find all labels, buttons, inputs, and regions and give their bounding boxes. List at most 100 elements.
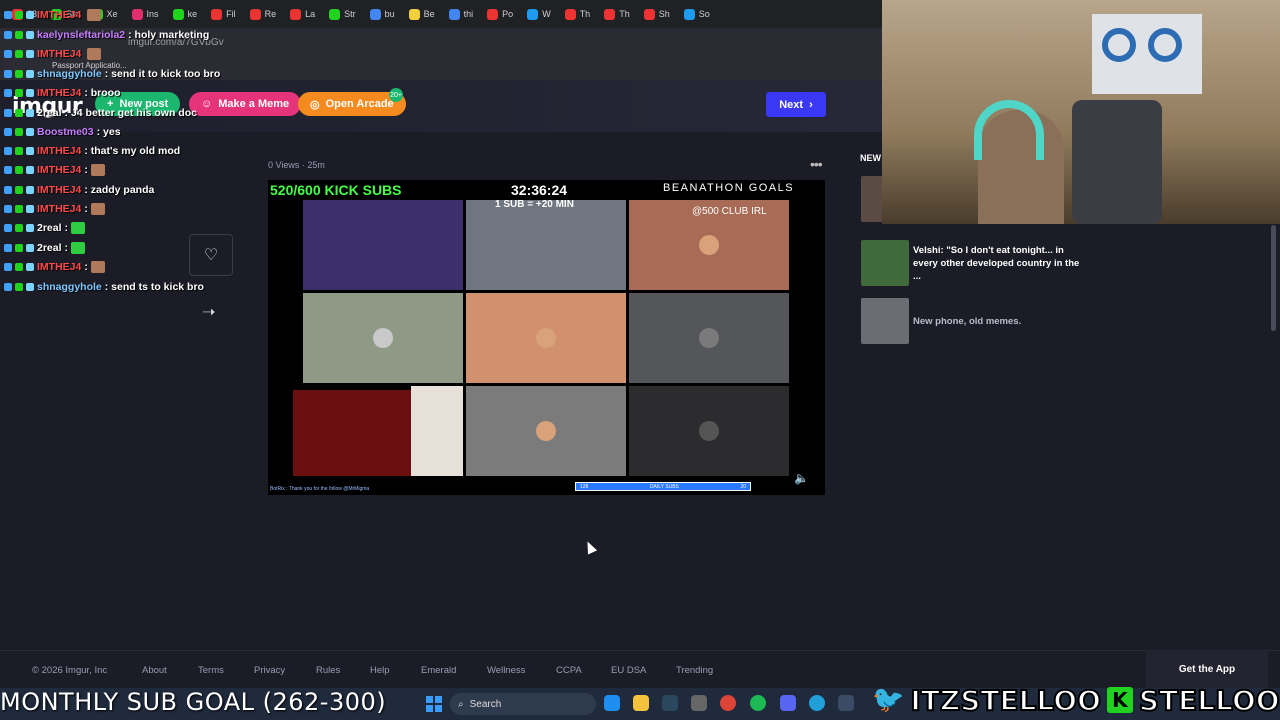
chat-emote-icon: [71, 222, 86, 234]
chat-username[interactable]: IMTHEJ4: [37, 261, 81, 273]
file-explorer-icon[interactable]: [633, 695, 649, 711]
chat-username[interactable]: IMTHEJ4: [37, 164, 81, 176]
imgur-header: imgur + New post ☺ Make a Meme ◎ Open Ar…: [0, 80, 882, 132]
discord-icon[interactable]: [780, 695, 796, 711]
chat-badge-icon: [4, 31, 12, 39]
footer-link-eu-dsa[interactable]: EU DSA: [611, 665, 646, 676]
browser-tab[interactable]: Be: [403, 3, 441, 25]
steam-icon[interactable]: [662, 695, 678, 711]
chat-badge-icon: [15, 11, 23, 19]
sidebar-title-2[interactable]: Velshi: "So I don't eat tonight... in ev…: [913, 244, 1083, 283]
next-label: Next: [779, 98, 804, 111]
spotify-icon[interactable]: [750, 695, 766, 711]
chat-username[interactable]: kaelynsleftariola2: [37, 29, 125, 41]
chat-badge-icon: [4, 186, 12, 194]
footer-link-terms[interactable]: Terms: [198, 665, 224, 676]
telegram-icon[interactable]: [809, 695, 825, 711]
face-avatar: [699, 235, 719, 255]
tab-favicon-icon: [487, 8, 499, 20]
footer-link-ccpa[interactable]: CCPA: [556, 665, 582, 676]
browser-tab[interactable]: Ins: [126, 3, 165, 25]
sidebar-thumb-2[interactable]: [861, 240, 909, 286]
footer-link-help[interactable]: Help: [370, 665, 390, 676]
video-cell-7: [293, 390, 411, 476]
chat-badge-icon: [26, 50, 34, 58]
make-meme-button[interactable]: ☺ Make a Meme: [189, 92, 302, 116]
sidebar-thumb-3[interactable]: [861, 298, 909, 344]
chat-text: :: [64, 242, 69, 254]
chat-badge-icon: [15, 147, 23, 155]
chat-badge-icon: [26, 224, 34, 232]
chat-badge-icon: [26, 70, 34, 78]
footer-link-wellness[interactable]: Wellness: [487, 665, 525, 676]
chat-username[interactable]: shnaggyhole: [37, 68, 102, 80]
chat-username[interactable]: 2real: [37, 107, 62, 119]
browser-tab[interactable]: Po: [481, 3, 519, 25]
footer-link-about[interactable]: About: [142, 665, 167, 676]
footer-link-trending[interactable]: Trending: [676, 665, 713, 676]
video-cell-7b: [411, 386, 463, 476]
browser-tab[interactable]: bu: [364, 3, 401, 25]
chat-username[interactable]: IMTHEJ4: [37, 87, 81, 99]
stream-timer: 32:36:24: [511, 182, 568, 198]
browser-tab[interactable]: Re: [244, 3, 283, 25]
chat-text: : send ts to kick bro: [104, 281, 204, 293]
windows-start-icon[interactable]: [426, 696, 442, 712]
chat-username[interactable]: IMTHEJ4: [37, 48, 81, 60]
footer-link-privacy[interactable]: Privacy: [254, 665, 285, 676]
chat-text: :: [64, 222, 69, 234]
browser-tab[interactable]: thi: [443, 3, 480, 25]
browser-tab[interactable]: La: [284, 3, 321, 25]
video-cell-2: [466, 200, 626, 290]
tab-label: La: [305, 9, 316, 19]
browser-tab[interactable]: Th: [598, 3, 636, 25]
browser-tab[interactable]: Th: [559, 3, 597, 25]
tab-favicon-icon: [527, 8, 539, 20]
tab-favicon-icon: [211, 8, 223, 20]
chat-message: IMTHEJ4: that's my old mod: [4, 145, 180, 157]
arcade-badge: 20+: [389, 88, 403, 102]
browser-tab[interactable]: Fil: [205, 3, 242, 25]
chat-username[interactable]: IMTHEJ4: [37, 184, 81, 196]
scrollbar[interactable]: [1271, 225, 1276, 331]
browser-tab[interactable]: So: [678, 3, 716, 25]
face-avatar: [373, 328, 393, 348]
chat-username[interactable]: shnaggyhole: [37, 281, 102, 293]
browser-tab[interactable]: Str: [323, 3, 362, 25]
tab-label: W: [542, 9, 551, 19]
browser-tab[interactable]: W: [521, 3, 557, 25]
chat-emote-icon: [87, 9, 102, 21]
volume-icon[interactable]: 🔈: [794, 471, 809, 485]
browser-tab[interactable]: ke: [167, 3, 204, 25]
chat-username[interactable]: IMTHEJ4: [37, 145, 81, 157]
settings-icon[interactable]: [691, 695, 707, 711]
footer-link-rules[interactable]: Rules: [316, 665, 340, 676]
edge-icon[interactable]: [604, 695, 620, 711]
more-options-icon[interactable]: •••: [810, 156, 823, 172]
chrome-icon[interactable]: [720, 695, 736, 711]
chat-username[interactable]: Boostme03: [37, 126, 94, 138]
chat-message: IMTHEJ4: [4, 48, 102, 60]
tab-label: Fil: [226, 9, 236, 19]
next-button[interactable]: Next ›: [766, 92, 826, 117]
chat-text: : brooo: [84, 87, 121, 99]
chat-badge-icon: [26, 109, 34, 117]
chat-username[interactable]: 2real: [37, 242, 62, 254]
kick-subs-counter: 520/600 KICK SUBS: [270, 182, 402, 198]
footer-link-emerald[interactable]: Emerald: [421, 665, 456, 676]
share-arrow-icon[interactable]: ➝: [202, 302, 215, 322]
favorite-heart-icon[interactable]: ♡: [189, 234, 233, 276]
chat-username[interactable]: IMTHEJ4: [37, 203, 81, 215]
chat-username[interactable]: IMTHEJ4: [37, 9, 81, 21]
bot-message: BotRix : Thank you for the follow @MrMig…: [270, 486, 370, 492]
monthly-sub-goal: MONTHLY SUB GOAL (262-300): [0, 688, 387, 716]
chat-badge-icon: [4, 166, 12, 174]
sidebar-title-3[interactable]: New phone, old memes.: [913, 315, 1083, 328]
chat-text: :: [84, 261, 88, 273]
post-video[interactable]: 520/600 KICK SUBS 32:36:24 BEANATHON GOA…: [268, 180, 825, 495]
tab-favicon-icon: [290, 8, 302, 20]
browser-tab[interactable]: Sh: [638, 3, 676, 25]
chat-username[interactable]: 2real: [37, 222, 62, 234]
taskbar-search[interactable]: ⌕ Search: [450, 693, 596, 715]
steam-2-icon[interactable]: [838, 695, 854, 711]
